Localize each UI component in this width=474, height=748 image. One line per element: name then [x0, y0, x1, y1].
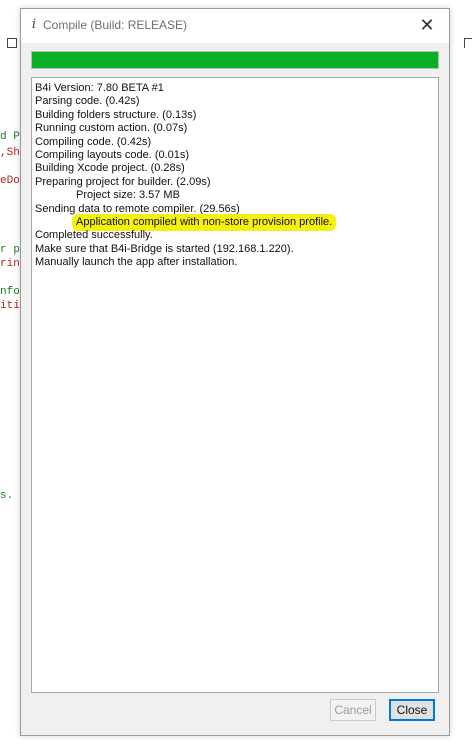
- code-fragment: ,Sha: [0, 147, 20, 159]
- progress-fill: [32, 52, 438, 68]
- dialog-titlebar: i Compile (Build: RELEASE) ✕: [21, 9, 449, 43]
- compile-log[interactable]: B4i Version: 7.80 BETA #1 Parsing code. (…: [31, 77, 439, 693]
- code-fragment: ring: [0, 258, 20, 270]
- log-line: Building folders structure. (0.13s): [35, 108, 197, 121]
- code-fragment: itio: [0, 300, 20, 312]
- code-fragment: d Po: [0, 131, 20, 143]
- ide-code-editor: d Po ,Sha eDow r ph ring nfor itio s.: [0, 0, 20, 748]
- log-line: Application compiled with non-store prov…: [35, 215, 435, 231]
- close-icon[interactable]: ✕: [417, 14, 437, 36]
- code-fragment: nfor: [0, 286, 20, 298]
- compile-dialog: i Compile (Build: RELEASE) ✕ B4i Version…: [20, 8, 450, 736]
- log-line: Preparing project for builder. (2.09s): [35, 175, 211, 188]
- dialog-title: Compile (Build: RELEASE): [43, 18, 188, 32]
- ide-toolbar-icon-right: [464, 38, 472, 48]
- code-fragment: eDow: [0, 175, 20, 187]
- log-line: Make sure that B4i-Bridge is started (19…: [35, 242, 294, 255]
- log-line: Running custom action. (0.07s): [35, 122, 188, 135]
- log-line: Compiling layouts code. (0.01s): [35, 149, 190, 162]
- log-line: Parsing code. (0.42s): [35, 95, 140, 108]
- log-line: Building Xcode project. (0.28s): [35, 162, 185, 175]
- log-line: Manually launch the app after installati…: [35, 256, 238, 269]
- log-line: Project size: 3.57 MB: [76, 189, 180, 202]
- log-line: B4i Version: 7.80 BETA #1: [35, 82, 164, 94]
- progress-bar: [31, 51, 439, 69]
- log-line: Completed successfully.: [35, 229, 153, 242]
- info-icon: i: [31, 17, 37, 32]
- code-fragment: r ph: [0, 244, 20, 256]
- log-line: Compiling code. (0.42s): [35, 135, 152, 148]
- log-line-highlight: Application compiled with non-store prov…: [73, 215, 336, 231]
- cancel-button: Cancel: [330, 699, 376, 721]
- code-fragment: s.: [0, 490, 14, 502]
- close-button[interactable]: Close: [389, 699, 435, 721]
